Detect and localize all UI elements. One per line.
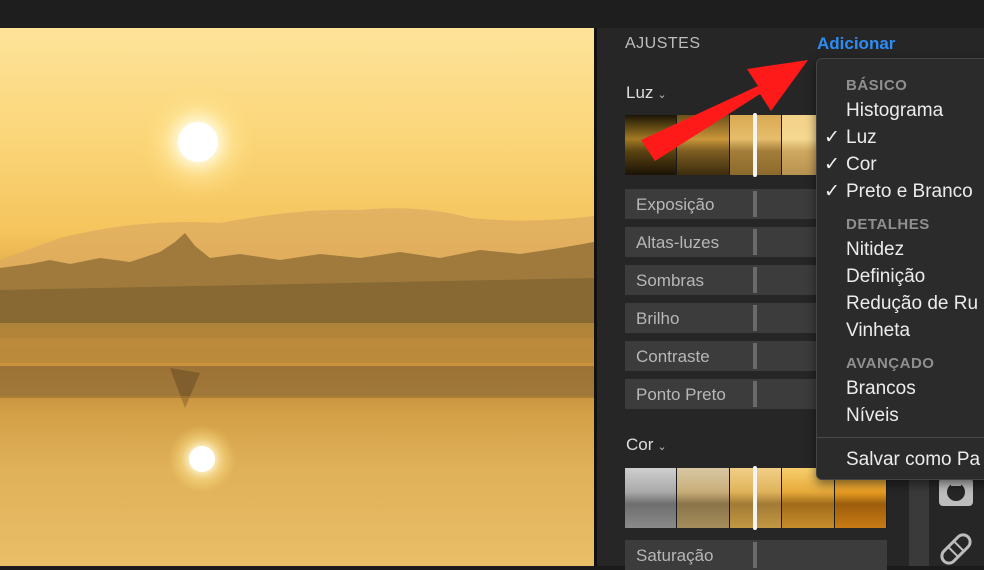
luz-thumbnail (625, 115, 678, 175)
slider-label: Sombras (636, 271, 705, 290)
section-luz-title: Luz (626, 83, 654, 102)
menu-item-nitidez[interactable]: Nitidez (846, 239, 904, 261)
luz-thumbnail-handle[interactable] (753, 113, 757, 177)
menu-item-definicao[interactable]: Definição (846, 266, 925, 288)
slider-marker[interactable] (753, 267, 757, 293)
slider-label: Ponto Preto (636, 385, 726, 404)
bandage-icon[interactable] (937, 532, 975, 566)
menu-item-histograma[interactable]: Histograma (846, 100, 943, 122)
menu-item-preto-e-branco[interactable]: ✓ Preto e Branco (824, 181, 973, 203)
slider-marker[interactable] (753, 343, 757, 369)
slider-marker[interactable] (753, 229, 757, 255)
photo-image (0, 82, 594, 566)
section-cor-header[interactable]: Cor ⌄ (626, 435, 667, 455)
menu-item-niveis[interactable]: Níveis (846, 405, 899, 427)
menu-separator (817, 437, 984, 438)
menu-item-reducao-de-ruido[interactable]: Redução de Ru (846, 293, 978, 315)
slider-marker[interactable] (753, 381, 757, 407)
menu-item-salvar-como-predefinicao[interactable]: Salvar como Pa (846, 449, 980, 471)
section-cor-title: Cor (626, 435, 654, 454)
slider-marker[interactable] (753, 191, 757, 217)
slider-marker[interactable] (753, 542, 757, 568)
add-adjustment-menu: BÁSICO Histograma ✓ Luz ✓ Cor ✓ Preto e … (816, 58, 984, 480)
top-toolbar (0, 0, 984, 28)
menu-item-cor[interactable]: ✓ Cor (824, 154, 877, 176)
menu-item-label: Preto e Branco (846, 181, 973, 202)
menu-header-detalhes: DETALHES (846, 216, 930, 233)
photo-canvas[interactable] (0, 28, 594, 566)
slider-label: Brilho (636, 309, 680, 328)
checkmark-icon: ✓ (824, 181, 840, 202)
panel-title: AJUSTES (625, 35, 701, 52)
menu-item-label: Cor (846, 154, 877, 175)
slider-label: Contraste (636, 347, 710, 366)
slider-label: Altas-luzes (636, 233, 720, 252)
menu-item-vinheta[interactable]: Vinheta (846, 320, 910, 342)
cor-thumbnail (625, 468, 678, 528)
slider-label: Saturação (636, 546, 714, 565)
cor-thumbnail-handle[interactable] (753, 466, 757, 530)
menu-header-basico: BÁSICO (846, 77, 908, 94)
slider-label: Exposição (636, 195, 715, 214)
cor-thumbnail (677, 468, 730, 528)
luz-thumbnail (677, 115, 730, 175)
checkmark-icon: ✓ (824, 127, 840, 148)
chevron-down-icon: ⌄ (657, 89, 667, 101)
chevron-down-icon: ⌄ (657, 441, 667, 453)
menu-item-luz[interactable]: ✓ Luz (824, 127, 877, 149)
add-button[interactable]: Adicionar (817, 34, 895, 54)
menu-item-label: Luz (846, 127, 877, 148)
checkmark-icon: ✓ (824, 154, 840, 175)
panel-scrollbar[interactable] (909, 468, 929, 566)
section-luz-header[interactable]: Luz ⌄ (626, 83, 667, 103)
menu-header-avancado: AVANÇADO (846, 355, 935, 372)
menu-item-brancos[interactable]: Brancos (846, 378, 916, 400)
slider-marker[interactable] (753, 305, 757, 331)
